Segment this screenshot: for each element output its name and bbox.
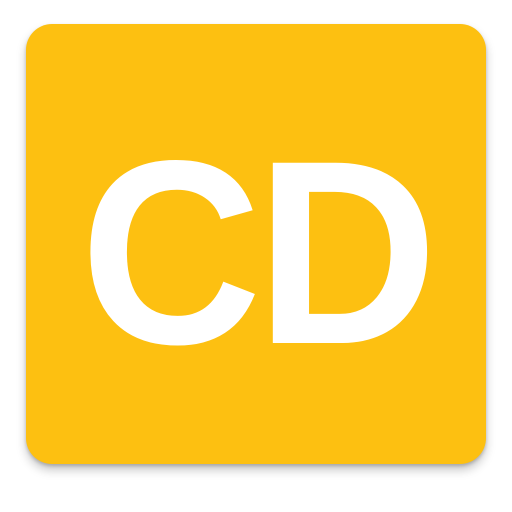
canvas: CD <box>0 0 512 512</box>
app-icon-text: CD <box>80 106 438 399</box>
app-icon[interactable]: CD <box>26 24 486 464</box>
